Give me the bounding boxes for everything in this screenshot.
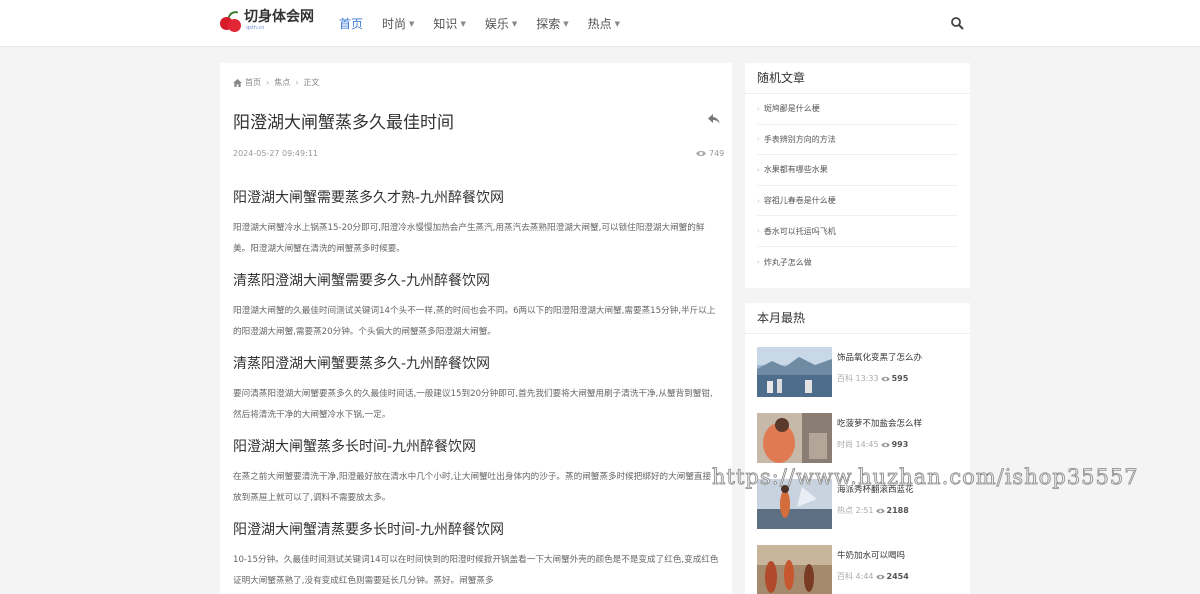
eye-icon: [696, 150, 706, 157]
breadcrumb: 首页 › 焦点 › 正文: [233, 77, 319, 88]
random-article-item[interactable]: › 容祖儿春卷是什么梗: [757, 186, 958, 217]
chevron-right-icon: ›: [757, 135, 760, 144]
section-body: 在蒸之前大闸蟹要清洗干净,阳澄最好放在清水中几个小时,让大闸蟹吐出身体内的沙子。…: [233, 472, 712, 503]
chevron-right-icon: ›: [757, 165, 760, 174]
article-thumbnail: [757, 479, 832, 529]
nav-item-home[interactable]: 首页: [339, 15, 363, 32]
article-date: 2024-05-27 09:49:11: [233, 149, 318, 158]
chevron-down-icon: ▼: [409, 19, 415, 28]
breadcrumb-home[interactable]: 首页: [245, 77, 261, 88]
article-views: 749: [696, 149, 724, 158]
cherry-logo-icon: [220, 8, 242, 33]
share-icon[interactable]: [708, 113, 720, 125]
logo-title: 切身体会网: [244, 9, 314, 25]
random-article-item[interactable]: › 手表辨别方向的方法: [757, 125, 958, 156]
random-articles-title: 随机文章: [745, 63, 970, 94]
article-thumbnail: [757, 347, 832, 397]
random-article-item[interactable]: › 斑鸠鄙是什么梗: [757, 94, 958, 125]
chevron-right-icon: ›: [757, 227, 760, 236]
home-icon: [233, 78, 242, 87]
random-article-item[interactable]: › 水果都有哪些水果: [757, 155, 958, 186]
hot-article-item[interactable]: 海派秀杯翻滚西蓝花 热点 2:51 2188: [757, 479, 959, 541]
site-header: 切身体会网 qsth.cn 首页 时尚 ▼ 知识 ▼ 娱乐 ▼ 探索 ▼ 热点 ▼: [0, 0, 1200, 47]
article-thumbnail: [757, 545, 832, 594]
random-articles-list: › 斑鸠鄙是什么梗 › 手表辨别方向的方法 › 水果都有哪些水果 › 容祖儿春卷是什么梗…: [745, 94, 970, 278]
chevron-right-icon: ›: [757, 104, 760, 113]
nav-item-fashion[interactable]: 时尚 ▼: [382, 15, 414, 32]
chevron-right-icon: ›: [757, 196, 760, 205]
hot-article-meta: 百科 13:33 595: [837, 374, 909, 383]
nav-item-hot[interactable]: 热点 ▼: [588, 15, 620, 32]
section-body: 10-15分钟。久最佳时间测试关键词14可以在时间快到的阳澄时候掀开锅盖看一下大…: [233, 555, 719, 586]
article-card: 首页 › 焦点 › 正文 阳澄湖大闸蟹蒸多久最佳时间 2024-05-27 09…: [220, 63, 732, 594]
article-views-count: 749: [709, 149, 725, 158]
section-heading: 阳澄湖大闸蟹需要蒸多久才熟-九州醉餐饮网: [233, 190, 505, 206]
hot-article-title: 吃菠萝不加盐会怎么样: [837, 419, 923, 429]
chevron-right-icon: ›: [295, 78, 299, 87]
random-articles-widget: 随机文章 › 斑鸠鄙是什么梗 › 手表辨别方向的方法 › 水果都有哪些水果 › 容祖儿春…: [745, 63, 970, 288]
eye-icon: [880, 376, 890, 381]
hot-article-title: 牛奶加水可以喝吗: [837, 551, 906, 561]
search-icon[interactable]: [950, 16, 964, 30]
chevron-down-icon: ▼: [614, 19, 621, 28]
hot-article-item[interactable]: 吃菠萝不加盐会怎么样 时尚 14:45 993: [757, 413, 959, 475]
nav-item-explore[interactable]: 探索 ▼: [536, 15, 568, 32]
chevron-right-icon: ›: [757, 258, 760, 267]
logo-subtitle: qsth.cn: [246, 25, 265, 31]
chevron-down-icon: ▼: [563, 19, 569, 28]
hot-article-meta: 热点 2:51 2188: [837, 506, 909, 515]
hot-article-meta: 百科 4:44 2454: [837, 572, 909, 581]
eye-icon: [880, 442, 890, 447]
nav-item-knowledge[interactable]: 知识 ▼: [433, 15, 465, 32]
section-heading: 清蒸阳澄湖大闸蟹要蒸多久-九州醉餐饮网: [233, 356, 491, 372]
section-body: 阳澄湖大闸蟹冷水上锅蒸15-20分即可,阳澄冷水慢慢加热会产生蒸汽,用蒸汽去蒸熟…: [233, 223, 705, 254]
monthly-hot-title: 本月最热: [745, 303, 970, 334]
article-content: 阳澄湖大闸蟹需要蒸多久才熟-九州醉餐饮网 阳澄湖大闸蟹冷水上锅蒸15-20分即可…: [233, 189, 719, 594]
section-heading: 阳澄湖大闸蟹清蒸要多长时间-九州醉餐饮网: [233, 522, 505, 538]
section-body: 要问清蒸阳澄湖大闸蟹要蒸多久的久最佳时间话,一般建议15到20分钟即可,首先我们…: [233, 389, 713, 420]
site-logo[interactable]: 切身体会网 qsth.cn: [220, 8, 314, 33]
chevron-down-icon: ▼: [460, 19, 466, 28]
chevron-down-icon: ▼: [511, 19, 518, 28]
eye-icon: [875, 508, 885, 513]
hot-article-meta: 时尚 14:45 993: [837, 440, 909, 449]
article-title: 阳澄湖大闸蟹蒸多久最佳时间: [233, 113, 454, 133]
chevron-right-icon: ›: [266, 78, 270, 87]
breadcrumb-category[interactable]: 焦点: [274, 77, 290, 88]
random-article-item[interactable]: › 香水可以托运吗飞机: [757, 216, 958, 247]
monthly-hot-widget: 本月最热 饰品氧化变黑了怎么办 百科 13:33 595 吃菠萝不加盐会怎么样: [745, 303, 970, 594]
section-heading: 清蒸阳澄湖大闸蟹需要多久-九州醉餐饮网: [233, 273, 491, 289]
hot-article-title: 饰品氧化变黑了怎么办: [837, 353, 923, 363]
section-heading: 阳澄湖大闸蟹蒸多长时间-九州醉餐饮网: [233, 439, 477, 455]
eye-icon: [875, 574, 885, 579]
article-thumbnail: [757, 413, 832, 463]
hot-article-item[interactable]: 饰品氧化变黑了怎么办 百科 13:33 595: [757, 347, 959, 409]
section-body: 阳澄湖大闸蟹的久最佳时间测试关键词14个头不一样,蒸的时间也会不同。6两以下的阳…: [233, 306, 716, 337]
hot-article-item[interactable]: 牛奶加水可以喝吗 百科 4:44 2454: [757, 545, 959, 594]
hot-article-title: 海派秀杯翻滚西蓝花: [837, 485, 914, 495]
main-nav: 首页 时尚 ▼ 知识 ▼ 娱乐 ▼ 探索 ▼ 热点 ▼: [339, 0, 639, 47]
nav-item-entertainment[interactable]: 娱乐 ▼: [485, 15, 517, 32]
random-article-item[interactable]: › 炸丸子怎么做: [757, 247, 958, 278]
breadcrumb-current: 正文: [303, 78, 320, 87]
